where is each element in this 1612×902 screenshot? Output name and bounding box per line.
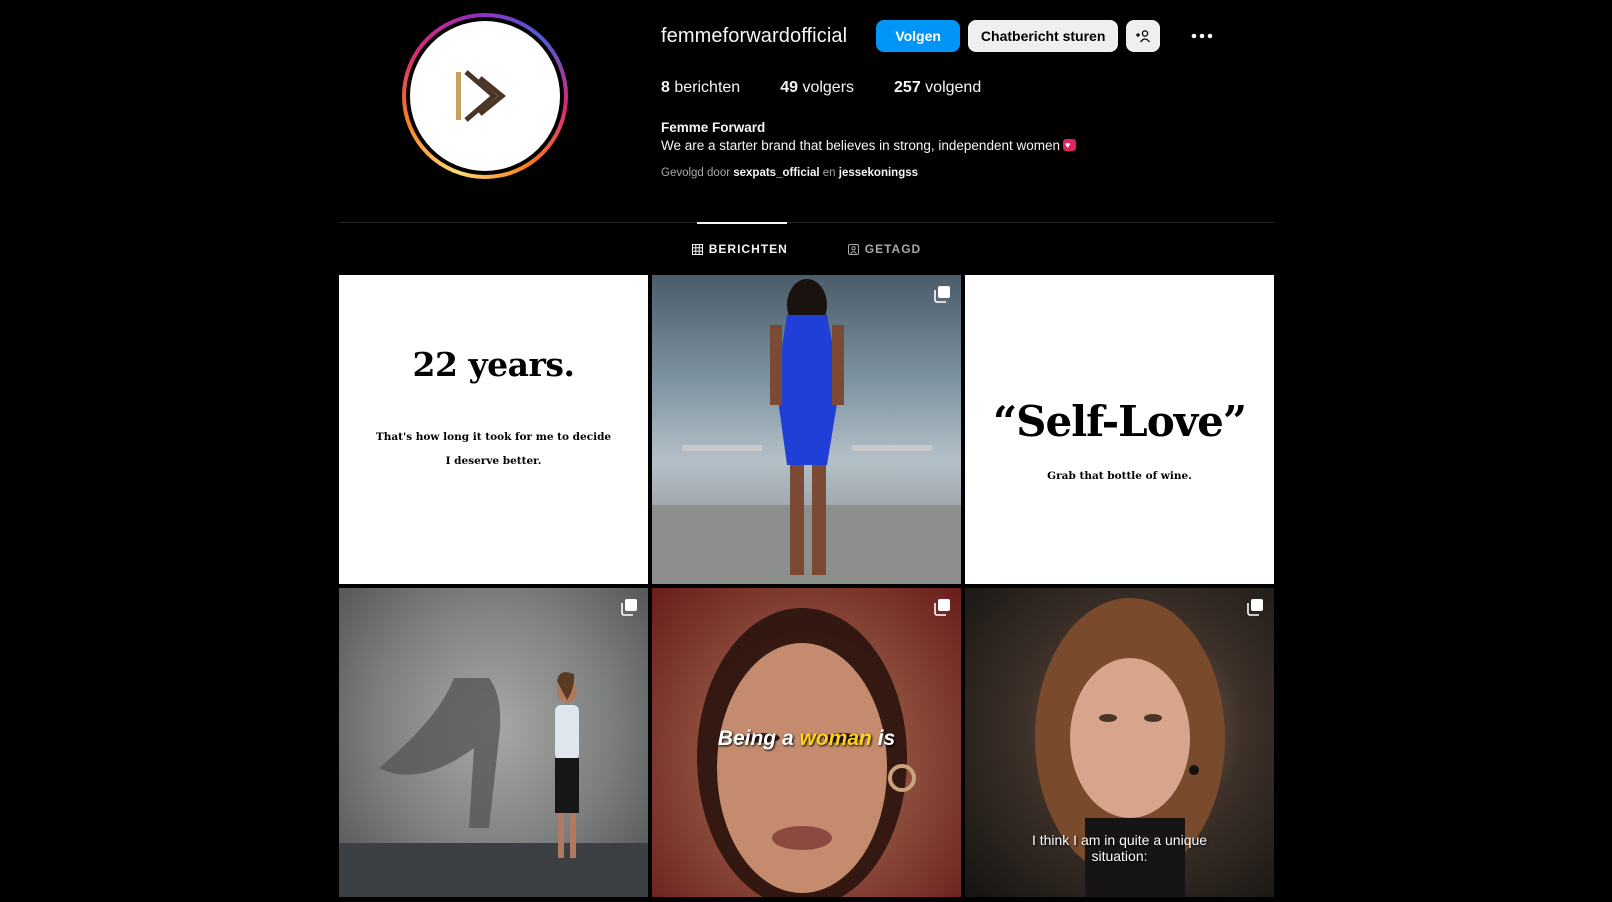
grid-icon bbox=[691, 243, 703, 255]
followed-by-user-link[interactable]: sexpats_official bbox=[733, 167, 819, 179]
more-dots-icon bbox=[1191, 33, 1213, 39]
post-subtitle: Grab that bottle of wine. bbox=[1047, 470, 1192, 482]
profile-tabs: BERICHTEN GETAGD bbox=[339, 242, 1274, 256]
post-subtitle-line: I deserve better. bbox=[445, 455, 542, 467]
tagged-icon bbox=[847, 243, 859, 255]
followed-by-joiner: en bbox=[822, 167, 836, 179]
profile-page: femmeforwardofficial Volgen Chatbericht … bbox=[0, 0, 1612, 902]
following-link[interactable]: 257 volgend bbox=[894, 79, 981, 97]
posts-count: 8 berichten bbox=[661, 79, 740, 97]
post-tile[interactable]: I think I am in quite a unique situation… bbox=[965, 588, 1274, 897]
carousel-icon bbox=[934, 599, 950, 616]
followed-by-user-link[interactable]: jessekoningss bbox=[839, 167, 918, 179]
add-user-icon bbox=[1136, 30, 1151, 43]
tab-label: GETAGD bbox=[864, 242, 922, 256]
tab-tagged[interactable]: GETAGD bbox=[847, 242, 922, 256]
post-title: “Self-Love” bbox=[993, 397, 1247, 446]
stat-label: volgers bbox=[802, 79, 855, 96]
video-caption: I think I am in quite a unique situation… bbox=[965, 832, 1274, 864]
tabs-divider bbox=[339, 222, 1274, 223]
active-tab-indicator bbox=[697, 222, 787, 224]
profile-bio: Femme Forward We are a starter brand tha… bbox=[661, 119, 1076, 155]
display-name: Femme Forward bbox=[661, 120, 766, 135]
tab-label: BERICHTEN bbox=[708, 242, 788, 256]
post-tile[interactable]: Being a woman is bbox=[652, 588, 961, 897]
heart-emoji-icon bbox=[1063, 139, 1076, 151]
post-tile[interactable]: “Self-Love” Grab that bottle of wine. bbox=[965, 275, 1274, 584]
hero-photo-illustration bbox=[339, 672, 648, 897]
followed-by: Gevolgd door sexpats_official en jesseko… bbox=[661, 167, 918, 179]
profile-stats: 8 berichten 49 volgers 257 volgend bbox=[661, 79, 1021, 97]
suggest-users-button[interactable] bbox=[1126, 20, 1161, 52]
stat-count: 8 bbox=[661, 79, 670, 96]
caption-line: I think I am in quite a unique bbox=[1031, 832, 1208, 848]
posts-grid: 22 years. That's how long it took for me… bbox=[339, 275, 1274, 897]
dress-photo-illustration bbox=[652, 279, 961, 584]
post-tile[interactable] bbox=[339, 588, 648, 897]
followers-link[interactable]: 49 volgers bbox=[780, 79, 854, 97]
post-subtitle-line: That's how long it took for me to decide bbox=[375, 431, 612, 443]
caption-line: situation: bbox=[1091, 848, 1148, 864]
post-tile[interactable]: 22 years. That's how long it took for me… bbox=[339, 275, 648, 584]
stat-count: 257 bbox=[894, 79, 921, 96]
carousel-icon bbox=[621, 599, 637, 616]
caption-text: is bbox=[877, 727, 896, 750]
profile-header-row: femmeforwardofficial Volgen Chatbericht … bbox=[661, 20, 1218, 52]
post-title: 22 years. bbox=[412, 345, 575, 384]
stat-label: berichten bbox=[674, 79, 741, 96]
followed-by-prefix: Gevolgd door bbox=[661, 167, 731, 179]
stat-count: 49 bbox=[780, 79, 798, 96]
carousel-icon bbox=[934, 286, 950, 303]
caption-highlight: woman bbox=[799, 727, 872, 750]
post-subtitle: That's how long it took for me to decide… bbox=[339, 425, 648, 473]
profile-avatar[interactable] bbox=[402, 13, 568, 179]
bio-text: We are a starter brand that believes in … bbox=[661, 138, 1060, 153]
post-tile[interactable] bbox=[652, 275, 961, 584]
video-caption: Being a woman is bbox=[652, 727, 961, 751]
tab-posts[interactable]: BERICHTEN bbox=[691, 242, 788, 256]
carousel-icon bbox=[1247, 599, 1263, 616]
more-options-button[interactable] bbox=[1186, 20, 1218, 52]
follow-button[interactable]: Volgen bbox=[876, 20, 961, 52]
caption-text: Being a bbox=[717, 727, 794, 750]
play-chevron-logo-icon bbox=[456, 70, 506, 122]
message-button[interactable]: Chatbericht sturen bbox=[968, 20, 1119, 52]
stat-label: volgend bbox=[925, 79, 982, 96]
username: femmeforwardofficial bbox=[661, 24, 848, 47]
bio-text-line: We are a starter brand that believes in … bbox=[661, 137, 1076, 155]
